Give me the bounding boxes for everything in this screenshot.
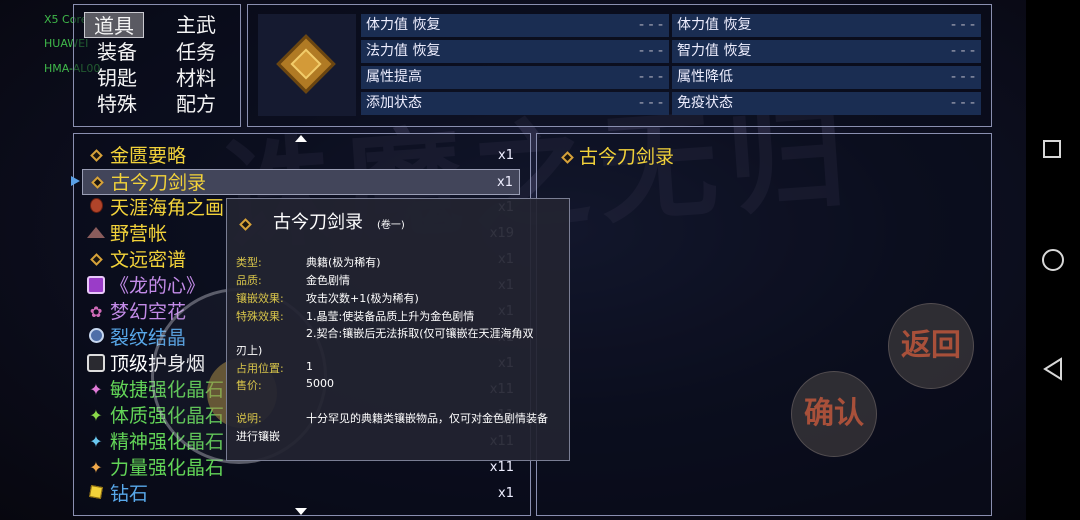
stat-row: 智力值 恢复 - - - [672,40,981,63]
stat-row: 体力值 恢复 - - - [672,14,981,37]
book-icon [557,147,577,166]
quality-value: 金色剧情 [306,274,350,287]
stat-label: 添加状态 [366,95,422,111]
game-screen: 诛魔之无归 X5 Core:461 HUAWEI HMA-AL00 道具 装备 … [0,0,1080,520]
item-qty: x1 [498,486,514,501]
stat-label: 智力值 恢复 [677,43,752,59]
item-tooltip: 古今刀剑录 (卷一) 类型: 典籍(极为稀有) 品质: 金色剧情 镶嵌效果: 攻… [226,198,570,461]
book-icon [86,146,106,166]
category-tab-equipment[interactable]: 装备 [87,39,147,65]
item-name: 天涯海角之画 [110,197,225,219]
box-icon [86,354,106,374]
position-label: 占用位置: [236,362,284,375]
recent-apps-icon[interactable] [1043,140,1061,158]
stat-label: 属性提高 [366,69,422,85]
item-name: 《龙的心》 [110,275,206,297]
category-tab-special[interactable]: 特殊 [87,91,147,117]
stat-label: 体力值 恢复 [677,17,752,33]
item-name: 野营帐 [110,223,168,245]
stat-row: 属性提高 - - - [361,66,669,89]
tooltip-volume: (卷一) [377,220,405,231]
type-label: 类型: [236,256,262,269]
price-label: 售价: [236,379,262,392]
crystal-icon: ✦ [89,380,103,399]
disc-icon [86,276,106,296]
stat-label: 属性降低 [677,69,733,85]
item-name: 金匮要略 [110,145,187,167]
inlay-value: 攻击次数+1(极为稀有) [306,292,419,305]
category-tab-materials[interactable]: 材料 [166,65,226,91]
category-tab-keys[interactable]: 钥匙 [87,65,147,91]
item-preview-frame [258,14,356,116]
description-text: 十分罕见的典籍类镶嵌物品，仅可对金色剧情装备 [306,412,548,425]
stat-label: 体力值 恢复 [366,17,441,33]
book-icon [86,250,106,270]
stat-label: 免疫状态 [677,95,733,111]
crystal-ball-icon [86,328,106,348]
flower-icon: ✿ [89,303,103,321]
stat-value: - - - [638,69,663,85]
stat-row: 法力值 恢复 - - - [361,40,669,63]
stat-row: 免疫状态 - - - [672,92,981,115]
stat-value: - - - [638,43,663,59]
item-name: 钻石 [110,483,149,505]
item-name: 力量强化晶石 [110,457,225,479]
stat-value: - - - [950,95,975,111]
stat-value: - - - [638,17,663,33]
tooltip-title: 古今刀剑录 [273,212,363,233]
stat-value: - - - [950,69,975,85]
crystal-icon: ✦ [89,458,103,477]
home-icon[interactable] [1042,249,1064,271]
stat-value: - - - [638,95,663,111]
stat-label: 法力值 恢复 [366,43,441,59]
special-effect-1: 1.晶莹:使装备品质上升为金色剧情 [306,310,475,323]
special-effect-2: 2.契合:镶嵌后无法拆取(仅可镶嵌在天涯海角双 [306,327,534,340]
scroll-down-arrow-icon[interactable] [295,508,307,515]
crystal-icon: ✦ [89,432,103,451]
item-name: 文远密谱 [110,249,187,271]
type-value: 典籍(极为稀有) [306,256,381,269]
category-tab-main-weapon[interactable]: 主武 [166,12,226,38]
inlay-label: 镶嵌效果: [236,292,284,305]
book-icon [87,173,107,193]
category-tab-items[interactable]: 道具 [84,12,144,38]
tent-icon [86,224,106,244]
item-qty: x1 [498,148,514,163]
position-value: 1 [306,360,313,373]
quality-label: 品质: [236,274,262,287]
special-effect-3: 刃上) [236,344,263,357]
confirm-button[interactable]: 确认 [791,371,877,457]
list-item[interactable]: 金匮要略 x1 [82,143,520,169]
list-item-selected[interactable]: 古今刀剑录 x1 [82,169,520,195]
stat-row: 属性降低 - - - [672,66,981,89]
diamond-icon [86,484,106,504]
stat-value: - - - [950,17,975,33]
selection-pointer-icon [71,176,80,186]
description-text-2: 进行镶嵌 [236,430,280,443]
category-tab-quest[interactable]: 任务 [166,39,226,65]
stat-row: 添加状态 - - - [361,92,669,115]
back-nav-icon[interactable] [1042,357,1064,381]
special-label: 特殊效果: [236,310,284,323]
book-icon [239,214,252,233]
stat-row: 体力值 恢复 - - - [361,14,669,37]
item-qty: x1 [497,175,513,190]
price-value: 5000 [306,377,334,390]
list-item[interactable]: 钻石 x1 [82,481,520,507]
item-name: 古今刀剑录 [111,172,207,194]
system-nav-bar [1026,0,1080,520]
shell-icon [86,198,106,218]
back-button[interactable]: 返回 [888,303,974,389]
crystal-icon: ✦ [89,406,103,425]
book-icon [276,34,336,94]
detail-title: 古今刀剑录 [579,146,675,168]
scroll-up-arrow-icon[interactable] [295,135,307,142]
stat-value: - - - [950,43,975,59]
category-tab-recipes[interactable]: 配方 [166,91,226,117]
description-label: 说明: [236,412,262,425]
